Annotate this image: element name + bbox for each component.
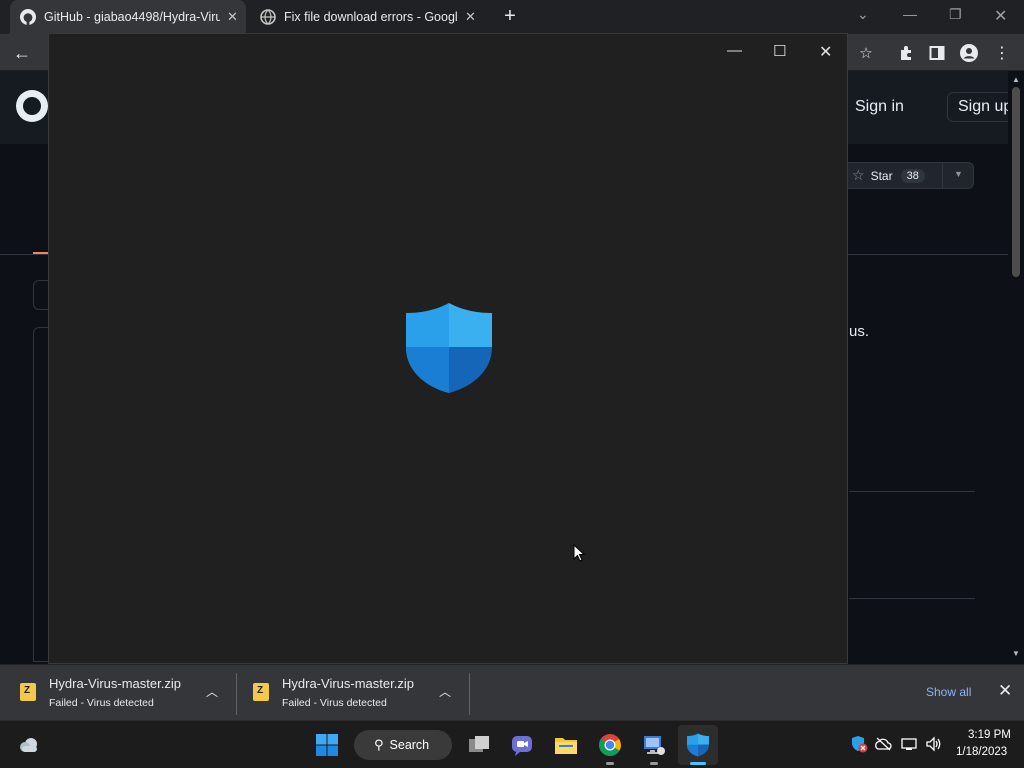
file-explorer-icon[interactable] <box>554 733 578 757</box>
running-indicator <box>650 762 658 765</box>
network-icon[interactable] <box>900 736 918 752</box>
remote-desktop-icon[interactable] <box>642 733 666 757</box>
scroll-down-icon[interactable]: ▼ <box>1012 649 1020 658</box>
active-indicator <box>690 762 706 765</box>
branch-selector[interactable] <box>33 280 48 310</box>
side-panel-icon[interactable] <box>927 43 947 63</box>
sign-in-link[interactable]: Sign in <box>855 98 904 116</box>
windows-security-taskbar-button[interactable] <box>678 725 718 765</box>
clock-time[interactable]: 3:19 PM <box>968 729 1011 741</box>
clock-date[interactable]: 1/18/2023 <box>956 746 1007 758</box>
teams-chat-icon[interactable] <box>510 733 534 757</box>
divider <box>849 598 975 599</box>
download-item[interactable]: Hydra-Virus-master.zip Failed - Virus de… <box>0 665 236 721</box>
close-icon[interactable]: ✕ <box>465 9 476 25</box>
tab-github[interactable]: GitHub - giabao4498/Hydra-Virus ✕ <box>10 0 246 34</box>
new-tab-button[interactable]: + <box>500 6 520 26</box>
onedrive-offline-icon[interactable] <box>874 737 892 751</box>
divider <box>849 491 975 492</box>
bookmark-star-icon[interactable]: ☆ <box>856 43 876 63</box>
download-bar: Hydra-Virus-master.zip Failed - Virus de… <box>0 664 1024 720</box>
more-menu-icon[interactable]: ⋮ <box>992 43 1012 63</box>
extensions-puzzle-icon[interactable] <box>896 43 916 63</box>
restore-icon[interactable]: ❐ <box>949 6 962 23</box>
browser-tab-strip: GitHub - giabao4498/Hydra-Virus ✕ Fix fi… <box>0 0 1024 34</box>
chevron-up-icon[interactable]: ︿ <box>439 683 451 700</box>
star-count: 38 <box>900 168 925 183</box>
scrollbar-thumb[interactable] <box>1012 87 1020 277</box>
taskbar-search[interactable]: ⚲ Search <box>354 730 452 760</box>
tab-title: GitHub - giabao4498/Hydra-Virus <box>44 10 220 24</box>
task-view-icon[interactable] <box>467 733 491 757</box>
close-icon[interactable]: ✕ <box>227 9 238 25</box>
volume-icon[interactable] <box>925 736 943 752</box>
chevron-up-icon[interactable]: ︿ <box>206 683 218 700</box>
tab-title: Fix file download errors - Google <box>284 10 458 24</box>
desktop: GitHub - giabao4498/Hydra-Virus ✕ Fix fi… <box>0 0 1024 768</box>
minimize-icon[interactable]: — <box>903 6 917 22</box>
shield-icon <box>687 733 709 757</box>
star-label: Star <box>870 168 893 183</box>
divider <box>942 163 943 188</box>
divider <box>469 673 470 715</box>
about-text: us. <box>849 323 870 340</box>
close-window-icon[interactable]: ✕ <box>994 6 1007 26</box>
close-icon[interactable]: ✕ <box>998 681 1012 701</box>
show-all-link[interactable]: Show all <box>926 685 971 699</box>
download-filename: Hydra-Virus-master.zip <box>49 676 181 691</box>
active-tab-underline <box>33 252 48 254</box>
zip-file-icon <box>253 683 269 701</box>
star-button[interactable]: ☆ Star 38 ▼ <box>843 162 974 189</box>
chevron-down-icon[interactable]: ▼ <box>954 169 963 179</box>
search-label: Search <box>389 738 430 752</box>
github-logo-icon[interactable] <box>16 90 48 122</box>
windows-security-window: — ☐ ✕ <box>48 33 848 664</box>
start-windows-icon[interactable] <box>315 733 339 757</box>
download-status: Failed - Virus detected <box>49 697 154 709</box>
maximize-icon[interactable]: ☐ <box>773 42 786 60</box>
shield-icon <box>406 303 492 393</box>
zip-file-icon <box>20 683 36 701</box>
github-icon <box>20 9 36 25</box>
scroll-up-icon[interactable]: ▲ <box>1012 75 1020 84</box>
download-filename: Hydra-Virus-master.zip <box>282 676 414 691</box>
windows-taskbar: ⚲ Search 3:19 PM 1/18/2023 <box>0 720 1024 768</box>
globe-icon <box>260 9 276 25</box>
page-scrollbar[interactable]: ▲ ▼ <box>1008 71 1024 663</box>
download-item[interactable]: Hydra-Virus-master.zip Failed - Virus de… <box>233 665 469 721</box>
running-indicator <box>606 762 614 765</box>
star-icon: ☆ <box>852 167 865 183</box>
weather-cloud-icon[interactable] <box>17 733 41 757</box>
back-arrow-icon[interactable]: ← <box>12 43 32 63</box>
chrome-icon[interactable] <box>598 733 622 757</box>
security-alert-icon[interactable] <box>850 735 868 753</box>
search-icon: ⚲ <box>374 737 384 752</box>
tab-fix-download-errors[interactable]: Fix file download errors - Google ✕ <box>250 0 486 34</box>
close-icon[interactable]: ✕ <box>819 42 832 62</box>
mouse-cursor-icon <box>573 544 585 562</box>
tab-search-chevron-icon[interactable]: ⌄ <box>857 6 869 23</box>
profile-icon[interactable] <box>959 43 979 63</box>
minimize-icon[interactable]: — <box>727 42 742 59</box>
download-status: Failed - Virus detected <box>282 697 387 709</box>
file-list-box <box>33 327 48 662</box>
